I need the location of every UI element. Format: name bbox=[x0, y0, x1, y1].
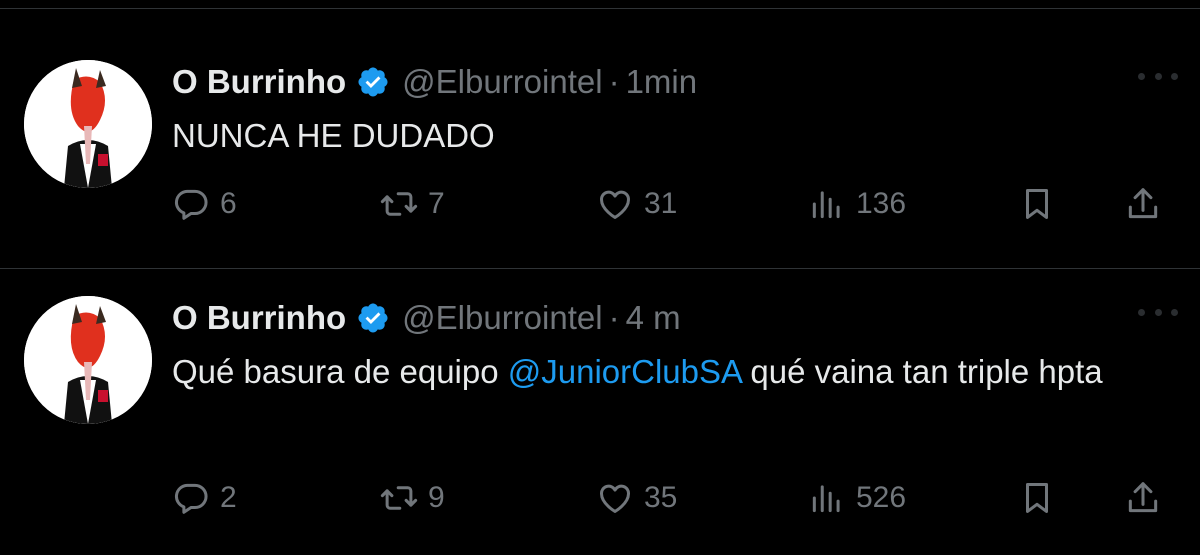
action-bar: 2 9 35 526 bbox=[172, 476, 1172, 520]
tweet-text: NUNCA HE DUDADO bbox=[172, 112, 1162, 160]
timestamp[interactable]: 1min bbox=[626, 63, 698, 101]
tweet-text-body: NUNCA HE DUDADO bbox=[172, 117, 495, 154]
heart-icon bbox=[600, 484, 630, 513]
share-button[interactable] bbox=[1124, 476, 1162, 520]
more-icon[interactable] bbox=[1138, 64, 1178, 88]
share-icon bbox=[1128, 188, 1158, 219]
author-handle[interactable]: @Elburrointel bbox=[402, 299, 602, 337]
views-button[interactable]: 136 bbox=[808, 182, 906, 226]
reply-icon bbox=[174, 189, 208, 220]
separator: · bbox=[608, 63, 620, 100]
heart-icon bbox=[600, 190, 630, 219]
reply-button[interactable]: 6 bbox=[172, 182, 237, 226]
bookmark-button[interactable] bbox=[1018, 182, 1056, 226]
separator: · bbox=[608, 299, 620, 336]
share-icon bbox=[1128, 482, 1158, 513]
bookmark-icon bbox=[1025, 483, 1049, 513]
retweet-button[interactable]: 9 bbox=[380, 476, 445, 520]
reply-count: 2 bbox=[220, 481, 237, 514]
views-icon bbox=[812, 485, 840, 513]
reply-button[interactable]: 2 bbox=[172, 476, 237, 520]
avatar[interactable] bbox=[24, 60, 152, 188]
retweet-count: 9 bbox=[428, 481, 445, 514]
reply-count: 6 bbox=[220, 187, 237, 220]
timestamp[interactable]: 4 m bbox=[626, 299, 681, 337]
views-count: 526 bbox=[856, 481, 907, 514]
author-handle[interactable]: @Elburrointel bbox=[402, 63, 602, 101]
reply-icon bbox=[174, 483, 208, 514]
retweet-icon bbox=[380, 192, 418, 216]
tweet-text-after: qué vaina tan triple hpta bbox=[741, 353, 1103, 390]
retweet-count: 7 bbox=[428, 187, 445, 220]
share-button[interactable] bbox=[1124, 182, 1162, 226]
views-button[interactable]: 526 bbox=[808, 476, 906, 520]
author-name[interactable]: O Burrinho bbox=[172, 63, 346, 101]
action-bar: 6 7 31 136 bbox=[172, 182, 1172, 226]
views-icon bbox=[812, 191, 840, 219]
verified-badge-icon bbox=[356, 301, 390, 335]
top-divider bbox=[0, 8, 1200, 9]
like-button[interactable]: 35 bbox=[596, 476, 677, 520]
tweet-text-before: Qué basura de equipo bbox=[172, 353, 508, 390]
tweet-header: O Burrinho @Elburrointel · 4 m bbox=[172, 298, 681, 338]
like-count: 35 bbox=[644, 481, 678, 514]
mention-link[interactable]: @JuniorClubSA bbox=[508, 353, 741, 390]
tweet-header: O Burrinho @Elburrointel · 1min bbox=[172, 62, 697, 102]
retweet-icon bbox=[380, 486, 418, 510]
tweet-text: Qué basura de equipo @JuniorClubSA qué v… bbox=[172, 348, 1162, 396]
views-count: 136 bbox=[856, 187, 907, 220]
more-icon[interactable] bbox=[1138, 300, 1178, 324]
verified-badge-icon bbox=[356, 65, 390, 99]
like-count: 31 bbox=[644, 187, 678, 220]
avatar[interactable] bbox=[24, 296, 152, 424]
retweet-button[interactable]: 7 bbox=[380, 182, 445, 226]
bookmark-button[interactable] bbox=[1018, 476, 1056, 520]
tweet-divider bbox=[0, 268, 1200, 269]
author-name[interactable]: O Burrinho bbox=[172, 299, 346, 337]
like-button[interactable]: 31 bbox=[596, 182, 677, 226]
bookmark-icon bbox=[1025, 189, 1049, 219]
